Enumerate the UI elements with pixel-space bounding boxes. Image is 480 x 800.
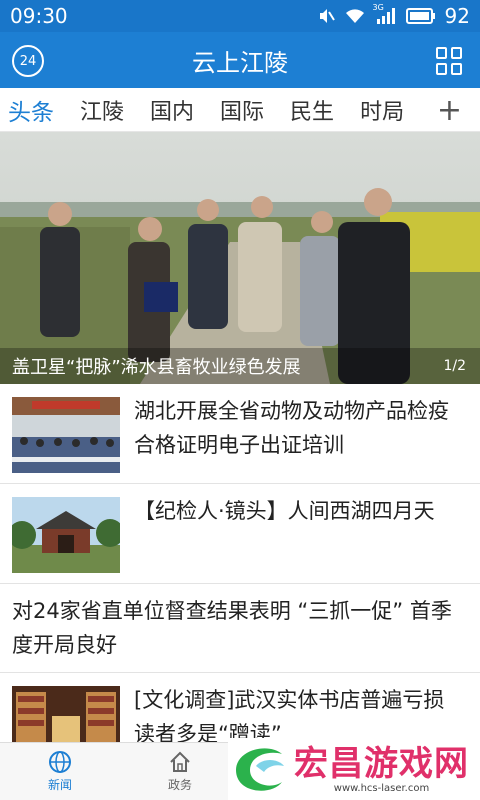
hero-image: [0, 132, 480, 384]
mute-icon: [317, 7, 335, 25]
news-title: 对24家省直单位督查结果表明 “三抓一促” 首季度开局良好: [12, 599, 452, 657]
news-thumbnail: [12, 497, 120, 573]
tab-domestic[interactable]: 国内: [150, 94, 194, 126]
status-bar: 09:30 3G 92: [0, 0, 480, 32]
watermark-url: www.hcs-laser.com: [333, 782, 430, 794]
news-item[interactable]: 湖北开展全省动物及动物产品检疫合格证明电子出证培训: [0, 384, 480, 484]
nav-government[interactable]: 政务: [120, 743, 240, 800]
add-tab-button[interactable]: +: [437, 96, 462, 126]
app-header: 24 云上江陵: [0, 32, 480, 88]
battery-icon: [405, 8, 436, 24]
watermark: 宏昌游戏网 www.hcs-laser.com: [228, 738, 480, 800]
hero-caption: 盖卫星“把脉”浠水县畜牧业绿色发展: [0, 348, 480, 384]
home-icon: [170, 751, 190, 772]
app-logo[interactable]: 24: [12, 45, 44, 77]
watermark-title: 宏昌游戏网: [294, 743, 469, 784]
news-thumbnail: [12, 397, 120, 473]
hero-carousel[interactable]: 盖卫星“把脉”浠水县畜牧业绿色发展 1/2: [0, 132, 480, 384]
globe-icon: [49, 751, 71, 773]
status-time: 09:30: [10, 4, 68, 28]
watermark-logo-icon: [236, 748, 284, 791]
wifi-icon: [344, 7, 366, 25]
news-item[interactable]: 对24家省直单位督查结果表明 “三抓一促” 首季度开局良好: [0, 584, 480, 673]
tab-jiangling[interactable]: 江陵: [80, 94, 124, 126]
app-title: 云上江陵: [192, 48, 288, 77]
category-tabs: 头条 江陵 国内 国际 民生 时局: [0, 88, 480, 132]
tab-current-affairs[interactable]: 时局: [360, 94, 404, 126]
signal-icon: 3G: [373, 3, 397, 25]
news-title: 湖北开展全省动物及动物产品检疫合格证明电子出证培训: [134, 399, 449, 457]
carousel-pager: 1/2: [443, 358, 466, 374]
grid-menu-icon[interactable]: [436, 47, 464, 75]
news-item[interactable]: 【纪检人·镜头】人间西湖四月天: [0, 484, 480, 584]
tab-livelihood[interactable]: 民生: [290, 94, 334, 126]
news-title: 【纪检人·镜头】人间西湖四月天: [134, 499, 435, 523]
nav-news-label: 新闻: [47, 778, 72, 792]
tab-headlines[interactable]: 头条: [8, 93, 54, 127]
nav-government-label: 政务: [167, 778, 192, 792]
nav-news[interactable]: 新闻: [0, 743, 120, 800]
tab-international[interactable]: 国际: [220, 94, 264, 126]
news-list: 湖北开展全省动物及动物产品检疫合格证明电子出证培训 【纪检人·镜头】人间西湖四月…: [0, 384, 480, 773]
battery-level: 92: [444, 4, 470, 28]
